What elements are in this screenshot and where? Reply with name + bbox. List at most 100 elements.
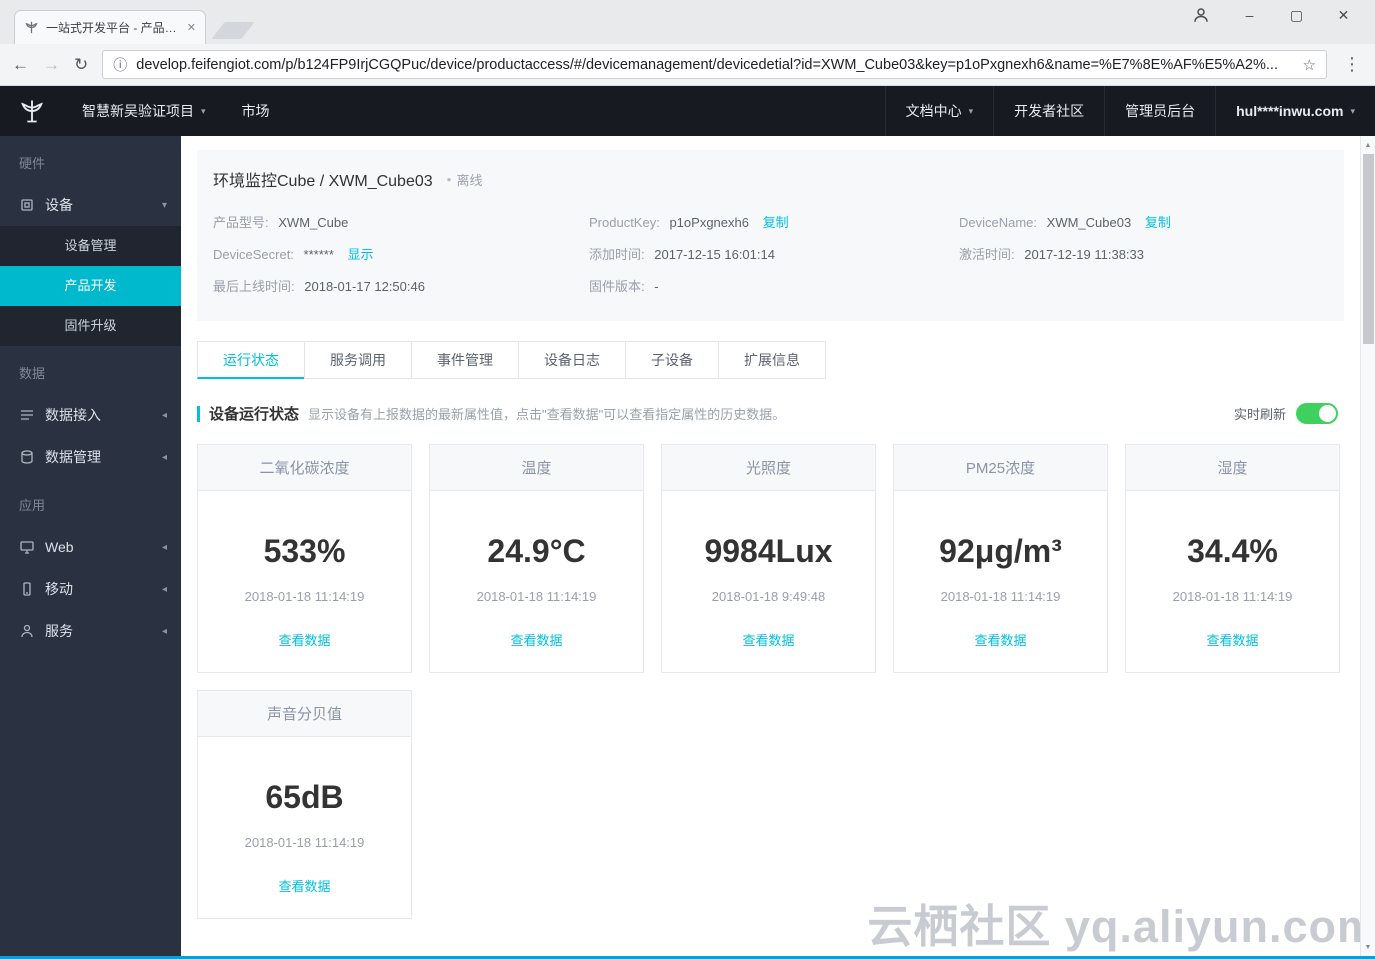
tab-running-status[interactable]: 运行状态	[197, 341, 305, 379]
field-value: XWM_Cube	[278, 215, 349, 230]
url-bar[interactable]: ⓘ develop.feifengiot.com/p/b124FP9IrjCGQ…	[102, 50, 1327, 79]
sidebar-item-device-management[interactable]: 设备管理	[0, 226, 181, 266]
tab-event-management[interactable]: 事件管理	[411, 341, 519, 379]
platform-logo-icon[interactable]	[0, 86, 64, 136]
sidebar-item-label: 数据接入	[45, 407, 101, 423]
sidebar-item-label: 移动	[45, 581, 73, 597]
nav-item-developer-community[interactable]: 开发者社区	[993, 86, 1104, 136]
project-selector[interactable]: 智慧新吴验证项目 ▾	[64, 86, 224, 136]
browser-window: 一站式开发平台 - 产品开... ✕ – ▢ ✕ ← → ↻ ⓘ develop…	[0, 0, 1375, 959]
card-humidity: 湿度 34.4% 2018-01-18 11:14:19 查看数据	[1125, 444, 1340, 673]
admin-console-label: 管理员后台	[1125, 103, 1196, 119]
field-device-secret: DeviceSecret: ****** 显示	[213, 244, 589, 263]
card-time: 2018-01-18 11:14:19	[940, 589, 1061, 604]
browser-menu-icon[interactable]: ⋮	[1341, 54, 1363, 75]
sidebar-item-service[interactable]: 服务 ◂	[0, 610, 181, 652]
sidebar-section-hardware: 硬件	[19, 156, 46, 171]
field-value: 2018-01-17 12:50:46	[304, 279, 425, 294]
scroll-down-arrow-icon[interactable]: ▼	[1361, 944, 1375, 951]
tab-close-icon[interactable]: ✕	[187, 21, 196, 34]
tab-extended-info[interactable]: 扩展信息	[718, 341, 826, 379]
view-data-link[interactable]: 查看数据	[198, 630, 411, 649]
metric-cards: 二氧化碳浓度 533% 2018-01-18 11:14:19 查看数据 温度 …	[197, 444, 1344, 919]
sidebar: 硬件 设备 ▾ 设备管理 产品开发 固件升级 数据 数据接入 ◂ 数据管理 ◂ …	[0, 136, 181, 959]
scrollbar-thumb[interactable]	[1363, 154, 1374, 344]
card-value: 92μg/m³	[939, 533, 1062, 569]
chevron-left-icon: ◂	[161, 583, 167, 595]
close-button[interactable]: ✕	[1320, 7, 1367, 24]
accent-bar	[197, 405, 200, 422]
detail-tabs: 运行状态 服务调用 事件管理 设备日志 子设备 扩展信息	[197, 341, 1344, 379]
sidebar-item-mobile[interactable]: 移动 ◂	[0, 568, 181, 610]
view-data-link[interactable]: 查看数据	[894, 630, 1107, 649]
nav-item-doc-center[interactable]: 文档中心 ▾	[884, 86, 994, 136]
copy-product-key-link[interactable]: 复制	[763, 215, 789, 230]
card-illuminance: 光照度 9984Lux 2018-01-18 9:49:48 查看数据	[661, 444, 876, 673]
nav-item-admin-console[interactable]: 管理员后台	[1104, 86, 1215, 136]
status-section-header: 设备运行状态 显示设备有上报数据的最新属性值，点击"查看数据"可以查看指定属性的…	[197, 403, 1344, 424]
browser-titlebar: 一站式开发平台 - 产品开... ✕ – ▢ ✕	[0, 0, 1375, 44]
card-title: 二氧化碳浓度	[198, 445, 411, 491]
tab-title: 一站式开发平台 - 产品开...	[46, 21, 180, 35]
nav-item-market[interactable]: 市场	[224, 86, 288, 136]
bookmark-star-icon[interactable]: ☆	[1303, 56, 1316, 74]
tab-sub-device[interactable]: 子设备	[625, 341, 719, 379]
status-section-title: 设备运行状态	[209, 406, 300, 423]
sidebar-item-data-access[interactable]: 数据接入 ◂	[0, 394, 181, 436]
card-title: 温度	[430, 445, 643, 491]
sidebar-item-data-management[interactable]: 数据管理 ◂	[0, 436, 181, 478]
realtime-refresh-toggle[interactable]	[1296, 403, 1338, 424]
view-data-link[interactable]: 查看数据	[1126, 630, 1339, 649]
card-time: 2018-01-18 11:14:19	[244, 835, 365, 850]
chevron-down-icon: ▾	[161, 199, 167, 211]
sidebar-item-product-development[interactable]: 产品开发	[0, 266, 181, 306]
view-data-link[interactable]: 查看数据	[198, 876, 411, 895]
web-icon	[19, 539, 35, 555]
url-text[interactable]: develop.feifengiot.com/p/b124FP9IrjCGQPu…	[136, 57, 1293, 73]
sidebar-item-firmware-upgrade[interactable]: 固件升级	[0, 306, 181, 346]
sidebar-item-label: Web	[45, 539, 74, 555]
view-data-link[interactable]: 查看数据	[662, 630, 875, 649]
data-access-icon	[19, 407, 35, 423]
caret-down-icon: ▾	[968, 105, 974, 116]
show-secret-link[interactable]: 显示	[348, 247, 374, 262]
field-label: 激活时间:	[959, 247, 1015, 262]
realtime-refresh-label: 实时刷新	[1233, 407, 1286, 422]
site-favicon	[24, 20, 39, 35]
maximize-button[interactable]: ▢	[1273, 7, 1320, 24]
card-title: 湿度	[1126, 445, 1339, 491]
field-value: p1oPxgnexh6	[669, 215, 749, 230]
tab-service-call[interactable]: 服务调用	[304, 341, 412, 379]
field-last-online: 最后上线时间: 2018-01-17 12:50:46	[213, 276, 589, 295]
data-manage-icon	[19, 449, 35, 465]
device-icon	[19, 197, 35, 213]
service-icon	[19, 623, 35, 639]
browser-tab[interactable]: 一站式开发平台 - 产品开... ✕	[14, 10, 206, 44]
sidebar-item-device[interactable]: 设备 ▾	[0, 184, 181, 226]
field-value: XWM_Cube03	[1046, 215, 1132, 230]
field-label: 固件版本:	[589, 279, 645, 294]
field-activated-time: 激活时间: 2017-12-19 11:38:33	[959, 244, 1328, 263]
mobile-icon	[19, 581, 35, 597]
new-tab-button[interactable]	[211, 22, 255, 39]
browser-profile-icon[interactable]	[1176, 6, 1226, 24]
main-content: 环境监控Cube / XWM_Cube03 ● 离线 产品型号: XWM_Cub…	[181, 136, 1360, 959]
scroll-up-arrow-icon[interactable]: ▲	[1361, 142, 1375, 149]
card-sound-decibel: 声音分贝值 65dB 2018-01-18 11:14:19 查看数据	[197, 690, 412, 919]
page-info-icon[interactable]: ⓘ	[113, 55, 127, 75]
page-scrollbar[interactable]: ▲ ▼	[1360, 136, 1375, 959]
forward-button[interactable]: →	[43, 56, 60, 73]
refresh-button[interactable]: ↻	[74, 56, 88, 73]
view-data-link[interactable]: 查看数据	[430, 630, 643, 649]
minimize-button[interactable]: –	[1226, 7, 1273, 23]
copy-device-name-link[interactable]: 复制	[1145, 215, 1171, 230]
card-co2-concentration: 二氧化碳浓度 533% 2018-01-18 11:14:19 查看数据	[197, 444, 412, 673]
top-navigation: 智慧新吴验证项目 ▾ 市场 文档中心 ▾ 开发者社区 管理员后台 hul****…	[0, 86, 1375, 136]
sidebar-item-web[interactable]: Web ◂	[0, 526, 181, 568]
tab-device-log[interactable]: 设备日志	[518, 341, 626, 379]
account-menu[interactable]: hul****inwu.com ▾	[1215, 86, 1375, 136]
card-temperature: 温度 24.9°C 2018-01-18 11:14:19 查看数据	[429, 444, 644, 673]
caret-down-icon: ▾	[201, 105, 206, 116]
back-button[interactable]: ←	[12, 56, 29, 73]
